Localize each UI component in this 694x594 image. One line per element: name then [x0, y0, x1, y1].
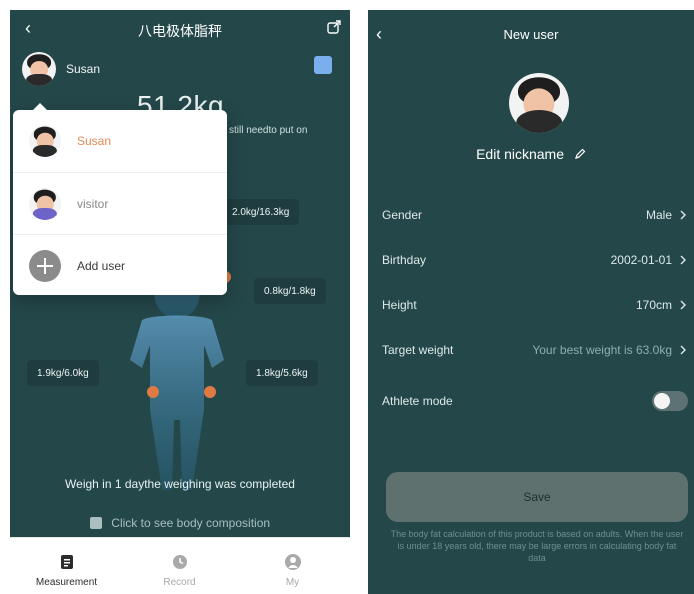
document-icon — [60, 555, 73, 569]
save-button[interactable]: Save — [386, 472, 688, 522]
metric-chip: 1.8kg/5.6kg — [246, 360, 318, 386]
setting-row-birthday[interactable]: Birthday 2002-01-01 — [382, 247, 688, 273]
avatar — [29, 124, 61, 157]
body-composition-link-label: Click to see body composition — [111, 516, 271, 530]
screen-title: 八电极体脂秤 — [138, 23, 222, 39]
edit-nickname[interactable]: Edit nickname — [368, 146, 694, 162]
setting-row-gender[interactable]: Gender Male — [382, 202, 688, 228]
avatar-shirt — [26, 73, 52, 86]
hand-tap-icon — [89, 517, 102, 529]
dropdown-item-add-user[interactable]: Add user — [13, 234, 227, 296]
new-user-screen: ‹ New user Edit nickname Gender Male Bir… — [368, 10, 694, 594]
user-dropdown: Susan visitor Add user — [13, 103, 227, 296]
dropdown-item-label: Add user — [77, 258, 126, 273]
pencil-icon — [574, 148, 586, 159]
chevron-right-icon — [680, 300, 686, 310]
avatar-shirt — [32, 145, 58, 157]
chevron-right-icon — [680, 345, 686, 355]
edit-nickname-label: Edit nickname — [476, 146, 565, 162]
setting-value: Your best weight is 63.0kg — [532, 343, 688, 357]
setting-row-target-weight[interactable]: Target weight Your best weight is 63.0kg — [382, 337, 688, 363]
plus-icon — [29, 249, 61, 282]
chevron-right-icon — [680, 210, 686, 220]
save-button-label: Save — [523, 490, 551, 504]
metric-chip: 0.8kg/1.8kg — [254, 278, 326, 304]
body-composition-link[interactable]: Click to see body composition — [10, 516, 350, 530]
marker-left-leg — [147, 386, 159, 398]
top-bar: ‹ 八电极体脂秤 — [10, 10, 350, 50]
screen-title: New user — [503, 27, 559, 42]
athlete-mode-toggle[interactable] — [652, 391, 688, 411]
chevron-right-icon — [680, 255, 686, 265]
avatar — [22, 52, 56, 86]
setting-label: Gender — [382, 208, 423, 222]
current-user-name: Susan — [66, 62, 101, 76]
marker-right-leg — [204, 386, 216, 398]
bluetooth-icon — [314, 56, 332, 74]
setting-value-text: Your best weight is 63.0kg — [532, 343, 672, 357]
setting-value: Male — [646, 208, 688, 222]
dropdown-item-susan[interactable]: Susan — [13, 110, 227, 171]
tab-record-label: Record — [163, 577, 196, 588]
tab-my-label: My — [285, 577, 300, 588]
avatar — [29, 187, 61, 220]
setting-row-athlete-mode: Athlete mode — [382, 388, 688, 414]
bottom-tab-bar: Measurement Record My — [10, 537, 350, 594]
weigh-status: Weigh in 1 daythe weighing was completed — [65, 477, 295, 491]
setting-label: Target weight — [382, 343, 454, 357]
setting-value-text: 170cm — [635, 298, 672, 312]
dropdown-item-label: visitor — [77, 196, 109, 211]
dropdown-item-label: Susan — [77, 133, 112, 148]
clock-icon — [172, 555, 187, 569]
disclaimer-text: The body fat calculation of this product… — [390, 529, 684, 563]
setting-row-height[interactable]: Height 170cm — [382, 292, 688, 318]
measurement-screen: ‹ 八电极体脂秤 Susan 51.2kg still needto put o… — [10, 10, 350, 594]
metric-chip: 2.0kg/16.3kg — [222, 199, 300, 225]
share-icon[interactable] — [326, 19, 342, 35]
tab-measurement[interactable]: Measurement — [10, 538, 123, 594]
avatar-shirt — [516, 109, 562, 133]
setting-value: 2002-01-01 — [611, 253, 688, 267]
current-user-selector[interactable]: Susan — [22, 52, 100, 86]
setting-value-text: Male — [645, 208, 672, 222]
setting-label: Birthday — [382, 253, 427, 267]
profile-avatar[interactable] — [509, 73, 569, 133]
tab-record[interactable]: Record — [123, 538, 236, 594]
tab-measurement-label: Measurement — [35, 577, 98, 588]
setting-value: 170cm — [636, 298, 688, 312]
setting-value-text: 2002-01-01 — [610, 253, 672, 267]
avatar-shirt — [32, 208, 58, 220]
setting-label: Athlete mode — [382, 394, 453, 408]
user-icon — [284, 554, 301, 570]
metric-chip: 1.9kg/6.0kg — [27, 360, 99, 386]
tab-my[interactable]: My — [236, 538, 349, 594]
weight-note: still needto put on — [229, 125, 308, 136]
setting-label: Height — [382, 298, 417, 312]
dropdown-item-visitor[interactable]: visitor — [13, 172, 227, 234]
